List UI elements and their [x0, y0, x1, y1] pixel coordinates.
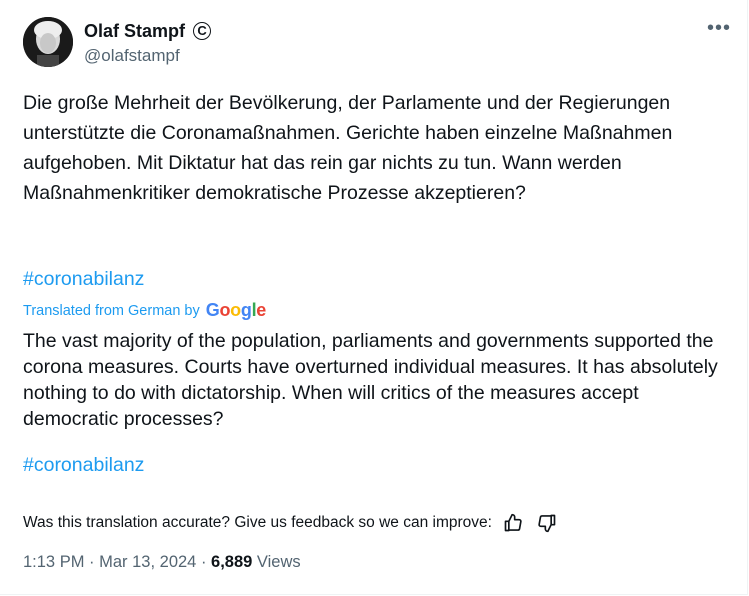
author-handle[interactable]: @olafstampf: [84, 46, 180, 66]
tweet-card: Olaf Stampf C @olafstampf ••• Die große …: [0, 0, 748, 595]
translated-text: The vast majority of the population, par…: [23, 330, 718, 430]
tweet-time[interactable]: 1:13 PM: [23, 553, 84, 571]
translation-attribution: Translated from German by Google: [23, 300, 266, 321]
translated-hashtag-link[interactable]: #coronabilanz: [23, 454, 144, 477]
thumbs-down-icon[interactable]: [534, 510, 560, 536]
meta-separator: ·: [84, 553, 100, 571]
translation-label[interactable]: Translated from German by: [23, 303, 200, 319]
thumbs-up-icon[interactable]: [500, 510, 526, 536]
copyright-badge-icon: C: [193, 22, 212, 40]
views-label: Views: [252, 553, 301, 571]
views-count: 6,889: [211, 553, 253, 571]
tweet-text: Die große Mehrheit der Bevölkerung, der …: [23, 92, 673, 204]
author-display-name[interactable]: Olaf Stampf: [84, 20, 185, 42]
feedback-question: Was this translation accurate? Give us f…: [23, 514, 492, 531]
tweet-date[interactable]: Mar 13, 2024: [99, 553, 196, 571]
translation-feedback: Was this translation accurate? Give us f…: [23, 510, 560, 536]
avatar[interactable]: [23, 17, 73, 67]
google-logo: Google: [205, 300, 267, 320]
tweet-meta: 1:13 PM · Mar 13, 2024 · 6,889 Views: [23, 553, 301, 572]
avatar-image: [23, 17, 73, 67]
more-options-icon[interactable]: •••: [707, 18, 731, 38]
hashtag-link[interactable]: #coronabilanz: [23, 268, 144, 291]
meta-separator: ·: [196, 553, 212, 571]
author-name-row: Olaf Stampf C: [84, 20, 212, 42]
